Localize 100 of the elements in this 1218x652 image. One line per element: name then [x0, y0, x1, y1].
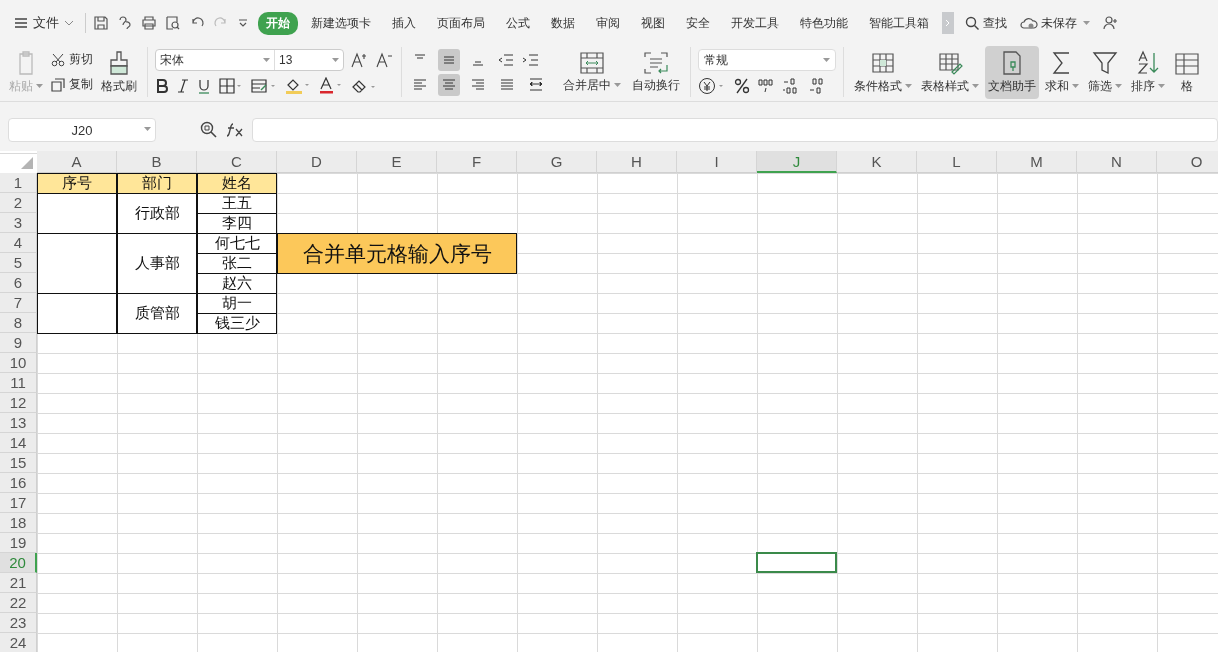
merge-center-button[interactable]: 合并居中: [560, 46, 624, 98]
row-header[interactable]: 21: [0, 573, 37, 593]
zoom-icon[interactable]: [200, 121, 218, 139]
filter-button[interactable]: 筛选: [1085, 45, 1125, 99]
column-header[interactable]: K: [837, 151, 917, 173]
bold-icon[interactable]: [155, 78, 169, 94]
column-header[interactable]: L: [917, 151, 997, 173]
caret-icon: [144, 127, 151, 132]
ribbon-tab[interactable]: 智能工具箱: [861, 11, 937, 35]
row-header[interactable]: 8: [0, 313, 37, 333]
ribbon-tab[interactable]: 数据: [543, 11, 583, 35]
copy-button[interactable]: 复制: [51, 76, 93, 93]
column-header[interactable]: G: [517, 151, 597, 173]
row-header[interactable]: 4: [0, 233, 37, 253]
row-header[interactable]: 2: [0, 193, 37, 213]
row-header[interactable]: 3: [0, 213, 37, 233]
format-painter-button[interactable]: 格式刷: [98, 45, 140, 99]
column-header[interactable]: O: [1157, 151, 1218, 173]
row-header[interactable]: 1: [0, 173, 37, 193]
name-box[interactable]: J20: [8, 118, 156, 142]
align-middle-icon[interactable]: [438, 48, 460, 71]
ribbon-tab[interactable]: 插入: [384, 11, 424, 35]
ribbon-tab[interactable]: 开发工具: [723, 11, 787, 35]
row-header[interactable]: 11: [0, 373, 37, 393]
sum-button[interactable]: 求和: [1042, 45, 1082, 99]
print-preview-icon[interactable]: [165, 15, 181, 31]
formula-input-field[interactable]: [252, 118, 1218, 142]
add-person-icon[interactable]: [1103, 15, 1119, 31]
currency-icon[interactable]: [698, 77, 726, 95]
column-header[interactable]: E: [357, 151, 437, 173]
shrink-font-icon[interactable]: [376, 51, 394, 69]
conditional-button[interactable]: 条件格式: [851, 45, 915, 99]
sort-icon: [1135, 49, 1161, 76]
column-header[interactable]: M: [997, 151, 1077, 173]
table-style-button[interactable]: 表格样式: [918, 45, 982, 99]
decrease-indent-icon[interactable]: [496, 52, 514, 67]
column-heading-cell: 部门: [117, 173, 197, 194]
customize-caret-icon[interactable]: [237, 17, 249, 29]
column-header[interactable]: H: [597, 151, 677, 173]
decrease-decimal-icon[interactable]: [808, 77, 826, 95]
number-format-field[interactable]: 常规: [698, 49, 836, 71]
column-header[interactable]: D: [277, 151, 357, 173]
name-cell: 钱三少: [197, 313, 277, 334]
thousands-separator-icon[interactable]: [758, 77, 774, 95]
row-header[interactable]: 19: [0, 533, 37, 553]
row-header[interactable]: 9: [0, 333, 37, 353]
paintbrush-icon: [107, 49, 131, 76]
row-header[interactable]: 18: [0, 513, 37, 533]
fill-color-icon[interactable]: [285, 77, 311, 95]
row-header[interactable]: 23: [0, 613, 37, 633]
row-header[interactable]: 10: [0, 353, 37, 373]
increase-decimal-icon[interactable]: [782, 77, 800, 95]
search-button[interactable]: 查找: [965, 14, 1007, 32]
ribbon-tab[interactable]: 公式: [498, 11, 538, 35]
row-header[interactable]: 17: [0, 493, 37, 513]
save-status-button[interactable]: 未保存: [1020, 14, 1090, 32]
wrap-text-button[interactable]: 自动换行: [629, 46, 683, 98]
ribbon-tab[interactable]: 视图: [633, 11, 673, 35]
column-header[interactable]: A: [37, 151, 117, 173]
italic-icon[interactable]: [177, 78, 189, 94]
row-header[interactable]: 16: [0, 473, 37, 493]
align-center-icon[interactable]: [438, 73, 460, 96]
sort-button[interactable]: 排序: [1128, 45, 1168, 99]
row-header[interactable]: 7: [0, 293, 37, 313]
column-header[interactable]: I: [677, 151, 757, 173]
row-header[interactable]: 14: [0, 433, 37, 453]
ribbon-tab[interactable]: 安全: [678, 11, 718, 35]
save-icon[interactable]: [93, 15, 109, 31]
cloud-icon: [1020, 16, 1038, 30]
borders-icon[interactable]: [219, 78, 243, 94]
name-cell: 何七七: [197, 233, 277, 254]
row-header[interactable]: 24: [0, 633, 37, 652]
row-header[interactable]: 5: [0, 253, 37, 273]
function-icon[interactable]: [226, 122, 244, 138]
underline-icon[interactable]: [197, 78, 211, 94]
percent-icon[interactable]: [734, 77, 750, 95]
row-header[interactable]: 13: [0, 413, 37, 433]
column-header[interactable]: N: [1077, 151, 1157, 173]
column-header[interactable]: F: [437, 151, 517, 173]
row-header[interactable]: 12: [0, 393, 37, 413]
cell-style-icon[interactable]: [251, 78, 277, 94]
increase-indent-icon[interactable]: [521, 52, 539, 67]
grow-font-icon[interactable]: [351, 51, 369, 69]
assistant-button[interactable]: 文档助手: [985, 45, 1039, 99]
ribbon-tab[interactable]: 页面布局: [429, 11, 493, 35]
print-icon[interactable]: [141, 15, 157, 31]
font-color-icon[interactable]: [319, 77, 343, 95]
row-header[interactable]: 15: [0, 453, 37, 473]
column-header[interactable]: B: [117, 151, 197, 173]
row-header[interactable]: 20: [0, 553, 37, 573]
column-header[interactable]: C: [197, 151, 277, 173]
table-button[interactable]: 格: [1171, 45, 1203, 99]
file-menu[interactable]: 文件: [10, 12, 78, 34]
search-icon: [965, 15, 980, 31]
row-header[interactable]: 6: [0, 273, 37, 293]
ribbon-tab[interactable]: 新建选项卡: [303, 11, 379, 35]
ribbon-tab[interactable]: 特色功能: [792, 11, 856, 35]
row-header[interactable]: 22: [0, 593, 37, 613]
ribbon-tab[interactable]: 审阅: [588, 11, 628, 35]
cut-button[interactable]: 剪切: [51, 51, 93, 68]
